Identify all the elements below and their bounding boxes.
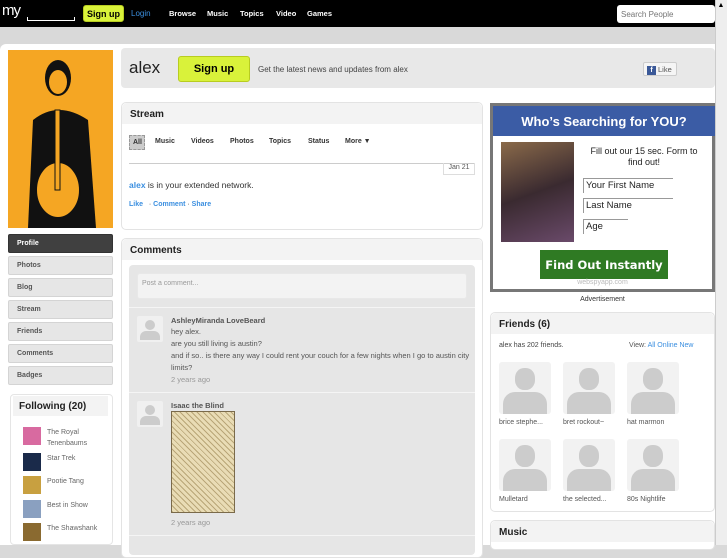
commenter-avatar[interactable] — [137, 316, 163, 342]
comment-link[interactable]: Comment — [153, 201, 185, 208]
stream-title: Stream — [122, 103, 482, 124]
friend-avatar[interactable] — [499, 362, 551, 414]
comment-author[interactable]: Isaac the Blind — [171, 401, 224, 410]
friend-name[interactable]: bret rockout~ — [563, 419, 623, 426]
ad-first-name-field[interactable]: Your First Name — [583, 178, 673, 193]
comment-time: 2 years ago — [171, 375, 211, 384]
friend-avatar[interactable] — [563, 439, 615, 491]
ad-title: Who’s Searching for YOU? — [493, 106, 715, 136]
tab-status[interactable]: Status — [308, 138, 329, 145]
ad-find-out-button[interactable]: Find Out Instantly — [540, 250, 668, 279]
comments-title: Comments — [122, 239, 482, 260]
tab-more[interactable]: More ▼ — [345, 138, 371, 145]
comment-line: and if so.. is there any way I could ren… — [171, 351, 470, 372]
like-link[interactable]: Like — [129, 201, 143, 208]
stream-text: is in your extended network. — [145, 180, 254, 190]
stream-actions: Like · Comment · Share — [129, 201, 212, 208]
view-online[interactable]: Online — [657, 342, 677, 349]
ad-age-field[interactable]: Age — [583, 219, 628, 234]
stream-panel: Stream — [121, 102, 483, 230]
friends-count: alex has 202 friends. — [499, 342, 564, 349]
comment-time: 2 years ago — [171, 518, 211, 527]
nav-video[interactable]: Video — [276, 9, 296, 18]
login-link[interactable]: Login — [131, 9, 151, 18]
user-link[interactable]: alex — [129, 180, 146, 190]
sidebar-item-profile[interactable]: Profile — [8, 234, 113, 253]
sidebar-item-badges[interactable]: Badges — [8, 366, 113, 385]
friend-avatar[interactable] — [563, 362, 615, 414]
friends-title: Friends (6) — [491, 313, 714, 334]
following-title: Following (20) — [13, 396, 108, 416]
comment-author[interactable]: AshleyMiranda LoveBeard — [171, 316, 265, 325]
commenter-avatar[interactable] — [137, 401, 163, 427]
sidebar-item-blog[interactable]: Blog — [8, 278, 113, 297]
friend-name[interactable]: hat marmon — [627, 419, 687, 426]
profile-photo[interactable] — [8, 50, 113, 228]
nav-games[interactable]: Games — [307, 9, 332, 18]
scrollbar[interactable] — [715, 0, 727, 545]
sidebar-item-stream[interactable]: Stream — [8, 300, 113, 319]
comment-line: hey alex. — [171, 327, 202, 336]
divider — [129, 163, 475, 164]
profile-name: alex — [129, 58, 161, 77]
friend-avatar[interactable] — [627, 439, 679, 491]
nav-topics[interactable]: Topics — [240, 9, 264, 18]
following-label: The Shawshank — [47, 525, 98, 532]
header-signup-button[interactable]: Sign up — [178, 56, 250, 82]
divider — [129, 392, 475, 393]
tab-photos[interactable]: Photos — [230, 138, 254, 145]
friend-name[interactable]: brice stephe... — [499, 419, 559, 426]
tab-all[interactable]: All — [129, 135, 145, 150]
following-label: Star Trek — [47, 455, 76, 462]
nav-music[interactable]: Music — [207, 9, 228, 18]
divider — [129, 307, 475, 308]
view-label: View: — [629, 342, 646, 349]
view-new[interactable]: New — [679, 342, 693, 349]
following-label: The Royal Tenenbaums — [47, 429, 88, 447]
nav-browse[interactable]: Browse — [169, 9, 196, 18]
sidebar-item-comments[interactable]: Comments — [8, 344, 113, 363]
top-signup-button[interactable]: Sign up — [83, 5, 124, 22]
post-comment-input[interactable]: Post a comment... — [137, 273, 467, 299]
tab-music[interactable]: Music — [155, 138, 175, 145]
stream-item: alex is in your extended network. — [129, 180, 254, 190]
share-link[interactable]: Share — [192, 201, 211, 208]
music-panel: Music — [490, 520, 715, 550]
stream-date: Jan 21 — [443, 163, 475, 175]
tagline: Get the latest news and updates from ale… — [258, 65, 408, 74]
advertisement-label: Advertisement — [580, 296, 625, 303]
comment-image[interactable] — [171, 411, 235, 513]
like-label: Like — [658, 65, 672, 74]
logo-underline — [27, 17, 75, 21]
ad-domain: webspyapp.com — [577, 279, 628, 286]
scroll-up-arrow-icon[interactable]: ▲ — [716, 2, 726, 12]
comment-line: are you still living is austin? — [171, 339, 262, 348]
following-label: Best in Show — [47, 502, 88, 509]
friend-name[interactable]: the selected... — [563, 496, 623, 503]
friend-avatar[interactable] — [499, 439, 551, 491]
divider — [129, 535, 475, 536]
friend-name[interactable]: Mulletard — [499, 496, 559, 503]
ad-last-name-field[interactable]: Last Name — [583, 198, 673, 213]
friend-avatar[interactable] — [627, 362, 679, 414]
ad-text: Fill out our 15 sec. Form to find out! — [590, 146, 698, 167]
ad-photo — [501, 142, 574, 242]
sidebar-item-friends[interactable]: Friends — [8, 322, 113, 341]
facebook-like-button[interactable]: f Like — [643, 62, 677, 76]
friend-name[interactable]: 80s Nightlife — [627, 496, 687, 503]
tab-topics[interactable]: Topics — [269, 138, 291, 145]
view-all[interactable]: All — [648, 342, 656, 349]
friends-view-filter: View: All Online New — [629, 342, 694, 349]
music-title: Music — [491, 521, 714, 542]
tab-videos[interactable]: Videos — [191, 138, 214, 145]
following-label: Pootie Tang — [47, 478, 84, 485]
search-input[interactable] — [617, 5, 715, 23]
sidebar-item-photos[interactable]: Photos — [8, 256, 113, 275]
facebook-icon: f — [647, 66, 656, 75]
logo[interactable]: my — [2, 2, 21, 19]
